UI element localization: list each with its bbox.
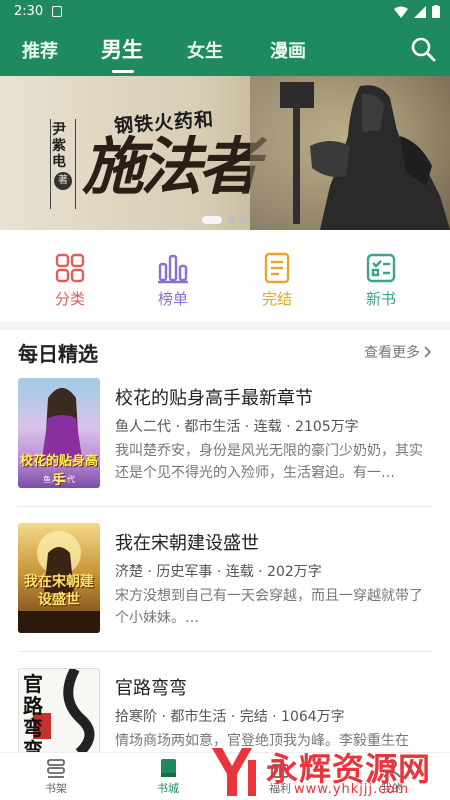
bottom-nav-bookstore[interactable]: 书城 bbox=[138, 755, 198, 796]
category-row: 分类 榜单 完结 新书 bbox=[0, 246, 450, 316]
book-meta: 济楚 · 历史军事 · 连载 · 202万字 bbox=[115, 564, 322, 580]
category-new[interactable]: 新书 bbox=[346, 246, 416, 309]
indicator-dot[interactable] bbox=[240, 216, 248, 224]
status-icons bbox=[394, 5, 440, 18]
view-more-link[interactable]: 查看更多 bbox=[364, 342, 432, 362]
wifi-icon bbox=[394, 6, 408, 18]
knight-illustration bbox=[250, 76, 450, 230]
tab-recommend[interactable]: 推荐 bbox=[22, 37, 58, 63]
watermark-url: www.yhkjjj.com bbox=[294, 782, 410, 797]
watermark: 永辉资源网 www.yhkjjj.com bbox=[208, 744, 448, 800]
watermark-logo bbox=[212, 748, 256, 796]
tab-male[interactable]: 男生 bbox=[101, 34, 143, 64]
book-description: 我叫楚乔安，身份是风光无限的豪门少奶奶，其实还是个见不得光的入殓师，生活窘迫。有… bbox=[115, 443, 423, 481]
book-item[interactable]: 我在宋朝建设盛世 我在宋朝建设盛世 济楚 · 历史军事 · 连载 · 202万字… bbox=[0, 523, 450, 663]
bar-chart-icon bbox=[158, 254, 188, 284]
list-divider bbox=[18, 506, 432, 507]
category-label: 榜单 bbox=[157, 290, 188, 308]
category-label: 完结 bbox=[261, 290, 292, 308]
list-divider bbox=[18, 651, 432, 652]
book-cover[interactable]: 我在宋朝建设盛世 bbox=[18, 523, 100, 633]
category-classify[interactable]: 分类 bbox=[35, 246, 105, 309]
cover-author: 鱼人二代 bbox=[43, 475, 75, 484]
status-bar: 2:30 bbox=[0, 0, 450, 24]
bookshelf-icon bbox=[47, 759, 65, 778]
bottom-nav-label: 书城 bbox=[157, 782, 179, 795]
author-seal-icon: 著 bbox=[54, 172, 72, 190]
banner-author: 尹紫电 bbox=[52, 122, 66, 170]
book-description: 宋方没想到自己有一天会穿越，而且一穿越就带了个小妹妹。… bbox=[115, 588, 423, 626]
book-title[interactable]: 我在宋朝建设盛世 bbox=[115, 529, 259, 555]
tab-female[interactable]: 女生 bbox=[187, 37, 223, 63]
banner-page-indicator bbox=[202, 216, 248, 224]
promo-banner[interactable]: 尹紫电 著 钢铁火药和 施法者 bbox=[0, 76, 450, 230]
book-item[interactable]: 校花的贴身高手 鱼人二代 校花的贴身高手最新章节 鱼人二代 · 都市生活 · 连… bbox=[0, 378, 450, 518]
book-icon bbox=[161, 759, 176, 777]
cover-title: 官路弯弯 bbox=[23, 672, 43, 762]
cover-title: 我在宋朝建设盛世 bbox=[24, 574, 94, 608]
top-nav: 推荐 男生 女生 漫画 bbox=[0, 24, 450, 76]
section-divider bbox=[0, 322, 450, 330]
document-icon bbox=[264, 252, 290, 284]
indicator-dot-active[interactable] bbox=[202, 216, 222, 224]
book-title[interactable]: 校花的贴身高手最新章节 bbox=[115, 384, 313, 410]
bottom-nav-bookshelf[interactable]: 书架 bbox=[26, 755, 86, 796]
book-meta: 拾寒阶 · 都市生活 · 完结 · 1064万字 bbox=[115, 709, 345, 725]
checklist-icon bbox=[366, 253, 396, 283]
book-cover[interactable]: 校花的贴身高手 鱼人二代 bbox=[18, 378, 100, 488]
view-more-label: 查看更多 bbox=[364, 345, 420, 361]
tab-active-indicator bbox=[112, 70, 134, 73]
section-title: 每日精选 bbox=[18, 342, 98, 366]
category-ranking[interactable]: 榜单 bbox=[138, 246, 208, 309]
chevron-right-icon bbox=[424, 346, 432, 358]
tab-comics[interactable]: 漫画 bbox=[270, 37, 306, 63]
category-label: 新书 bbox=[365, 290, 396, 308]
grid-icon bbox=[55, 253, 85, 283]
book-title[interactable]: 官路弯弯 bbox=[115, 674, 187, 700]
signal-icon bbox=[414, 5, 426, 18]
battery-icon bbox=[432, 5, 440, 18]
indicator-dot[interactable] bbox=[227, 216, 235, 224]
category-label: 分类 bbox=[54, 290, 85, 308]
bottom-nav-label: 书架 bbox=[45, 782, 67, 795]
sim-icon bbox=[52, 6, 62, 17]
search-icon[interactable] bbox=[410, 36, 436, 62]
status-time: 2:30 bbox=[14, 4, 44, 19]
banner-title: 施法者 bbox=[82, 130, 260, 203]
category-finished[interactable]: 完结 bbox=[242, 246, 312, 309]
book-meta: 鱼人二代 · 都市生活 · 连载 · 2105万字 bbox=[115, 419, 359, 435]
